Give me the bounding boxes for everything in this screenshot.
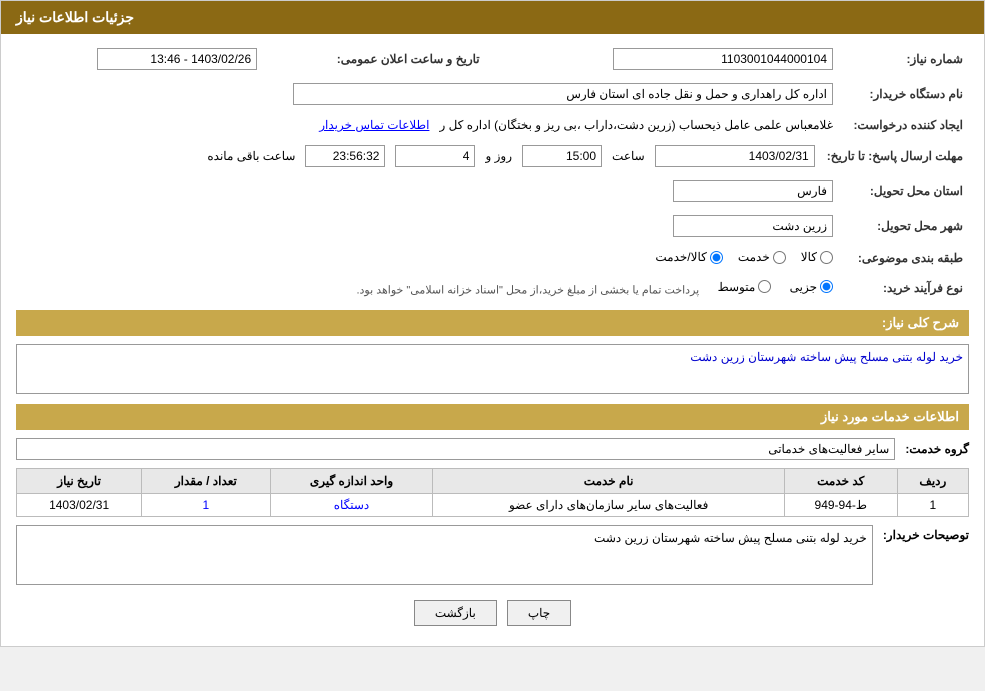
buyer-desc-row: توصیحات خریدار: خرید لوله بتنی مسلح پیش … <box>16 525 969 585</box>
info-table-province: استان محل تحویل: فارس <box>16 176 969 206</box>
deadline-day-label: روز و <box>486 149 513 163</box>
table-row: 1 ط-94-949 فعالیت‌های سایر سازمان‌های دا… <box>17 494 969 517</box>
cell-service-name: فعالیت‌های سایر سازمان‌های دارای عضو <box>433 494 784 517</box>
purchase-type-note: پرداخت تمام یا بخشی از مبلغ خرید،از محل … <box>356 284 699 296</box>
category-radio-kala-khedmat: کالا/خدمت <box>655 250 722 264</box>
purchase-type-motavaset-label: متوسط <box>718 280 756 294</box>
service-group-row: گروه خدمت: سایر فعالیت‌های خدماتی <box>16 438 969 460</box>
purchase-type-content: جزیی متوسط پرداخت تمام یا بخشی از مبلغ خ… <box>16 276 839 301</box>
main-content: شماره نیاز: 1103001044000104 تاریخ و ساع… <box>1 34 984 646</box>
info-table-deadline: مهلت ارسال پاسخ: تا تاریخ: 1403/02/31 سا… <box>16 141 969 171</box>
category-radio-khedmat: خدمت <box>738 250 786 264</box>
category-options: کالا خدمت کالا/خدمت <box>16 246 839 271</box>
header-title: جزئیات اطلاعات نیاز <box>16 9 134 25</box>
need-desc-container: خرید لوله بتنی مسلح پیش ساخته شهرستان زر… <box>16 344 969 394</box>
cell-service-code: ط-94-949 <box>784 494 897 517</box>
creator-value: غلامعباس علمی عامل ذیحساب (زرین دشت،دارا… <box>16 114 839 136</box>
services-section-header: اطلاعات خدمات مورد نیاز <box>16 404 969 430</box>
need-desc-section-title: شرح کلی نیاز: <box>882 315 959 330</box>
category-radio-group: کالا خدمت کالا/خدمت <box>655 250 833 264</box>
cell-row-num: 1 <box>897 494 968 517</box>
service-group-value: سایر فعالیت‌های خدماتی <box>16 438 895 460</box>
buyer-desc-box: خرید لوله بتنی مسلح پیش ساخته شهرستان زر… <box>16 525 873 585</box>
deadline-countdown-box: 23:56:32 <box>305 145 385 167</box>
info-table-purchase-type: نوع فرآیند خرید: جزیی متوسط پرداخت تمام … <box>16 276 969 301</box>
col-header-row: ردیف <box>897 469 968 494</box>
need-desc-box: خرید لوله بتنی مسلح پیش ساخته شهرستان زر… <box>16 344 969 394</box>
print-button[interactable]: چاپ <box>507 600 571 626</box>
deadline-date-box: 1403/02/31 <box>655 145 815 167</box>
need-number-value: 1103001044000104 <box>506 44 839 74</box>
purchase-type-jazii-input[interactable] <box>820 280 833 293</box>
info-table-top: شماره نیاز: 1103001044000104 تاریخ و ساع… <box>16 44 969 74</box>
page-wrapper: جزئیات اطلاعات نیاز شماره نیاز: 11030010… <box>0 0 985 647</box>
need-number-box: 1103001044000104 <box>613 48 833 70</box>
category-radio-kala-khedmat-input[interactable] <box>710 251 723 264</box>
purchase-type-jazii: جزیی <box>790 280 833 294</box>
buyer-desc-label: توصیحات خریدار: <box>883 525 969 542</box>
announce-date-value: 1403/02/26 - 13:46 <box>16 44 263 74</box>
need-number-label: شماره نیاز: <box>839 44 969 74</box>
city-value: زرین دشت <box>16 211 839 241</box>
province-box: فارس <box>673 180 833 202</box>
category-radio-kala-input[interactable] <box>820 251 833 264</box>
category-kala-khedmat-label: کالا/خدمت <box>655 250 706 264</box>
purchase-type-motavaset-input[interactable] <box>758 280 771 293</box>
category-label: طبقه بندی موضوعی: <box>839 246 969 271</box>
back-button[interactable]: بازگشت <box>414 600 497 626</box>
purchase-type-motavaset: متوسط <box>718 280 772 294</box>
col-header-qty: تعداد / مقدار <box>142 469 270 494</box>
city-label: شهر محل تحویل: <box>839 211 969 241</box>
cell-date: 1403/02/31 <box>17 494 142 517</box>
province-value: فارس <box>16 176 839 206</box>
buyer-org-label: نام دستگاه خریدار: <box>839 79 969 109</box>
category-khedmat-label: خدمت <box>738 250 770 264</box>
cell-unit: دستگاه <box>270 494 433 517</box>
info-table-category: طبقه بندی موضوعی: کالا خدمت <box>16 246 969 271</box>
category-radio-khedmat-input[interactable] <box>773 251 786 264</box>
creator-text: غلامعباس علمی عامل ذیحساب (زرین دشت،دارا… <box>439 118 833 132</box>
deadline-label: مهلت ارسال پاسخ: تا تاریخ: <box>821 141 969 171</box>
deadline-time-box: 15:00 <box>522 145 602 167</box>
category-kala-label: کالا <box>801 250 817 264</box>
info-table-city: شهر محل تحویل: زرین دشت <box>16 211 969 241</box>
cell-quantity: 1 <box>142 494 270 517</box>
col-header-date: تاریخ نیاز <box>17 469 142 494</box>
deadline-days-box: 4 <box>395 145 475 167</box>
col-header-name: نام خدمت <box>433 469 784 494</box>
creator-label: ایجاد کننده درخواست: <box>839 114 969 136</box>
buttons-row: چاپ بازگشت <box>16 600 969 626</box>
info-table-creator: ایجاد کننده درخواست: غلامعباس علمی عامل … <box>16 114 969 136</box>
city-box: زرین دشت <box>673 215 833 237</box>
deadline-row: 1403/02/31 ساعت 15:00 روز و 4 23:56:32 س… <box>16 141 821 171</box>
need-desc-section-header: شرح کلی نیاز: <box>16 310 969 336</box>
purchase-type-label: نوع فرآیند خرید: <box>839 276 969 301</box>
deadline-remaining-label: ساعت باقی مانده <box>207 149 295 163</box>
buyer-org-value: اداره کل راهداری و حمل و نقل جاده ای است… <box>16 79 839 109</box>
purchase-type-jazii-label: جزیی <box>790 280 817 294</box>
category-radio-kala: کالا <box>801 250 833 264</box>
col-header-code: کد خدمت <box>784 469 897 494</box>
deadline-time-label: ساعت <box>612 149 645 163</box>
province-label: استان محل تحویل: <box>839 176 969 206</box>
info-table-buyer: نام دستگاه خریدار: اداره کل راهداری و حم… <box>16 79 969 109</box>
services-table: ردیف کد خدمت نام خدمت واحد اندازه گیری ت… <box>16 468 969 517</box>
service-group-label: گروه خدمت: <box>905 442 969 456</box>
announce-date-box: 1403/02/26 - 13:46 <box>97 48 257 70</box>
creator-link[interactable]: اطلاعات تماس خریدار <box>319 118 429 132</box>
announce-date-label: تاریخ و ساعت اعلان عمومی: <box>263 44 486 74</box>
col-header-unit: واحد اندازه گیری <box>270 469 433 494</box>
services-section-title: اطلاعات خدمات مورد نیاز <box>821 409 959 424</box>
buyer-org-box: اداره کل راهداری و حمل و نقل جاده ای است… <box>293 83 833 105</box>
page-header: جزئیات اطلاعات نیاز <box>1 1 984 34</box>
